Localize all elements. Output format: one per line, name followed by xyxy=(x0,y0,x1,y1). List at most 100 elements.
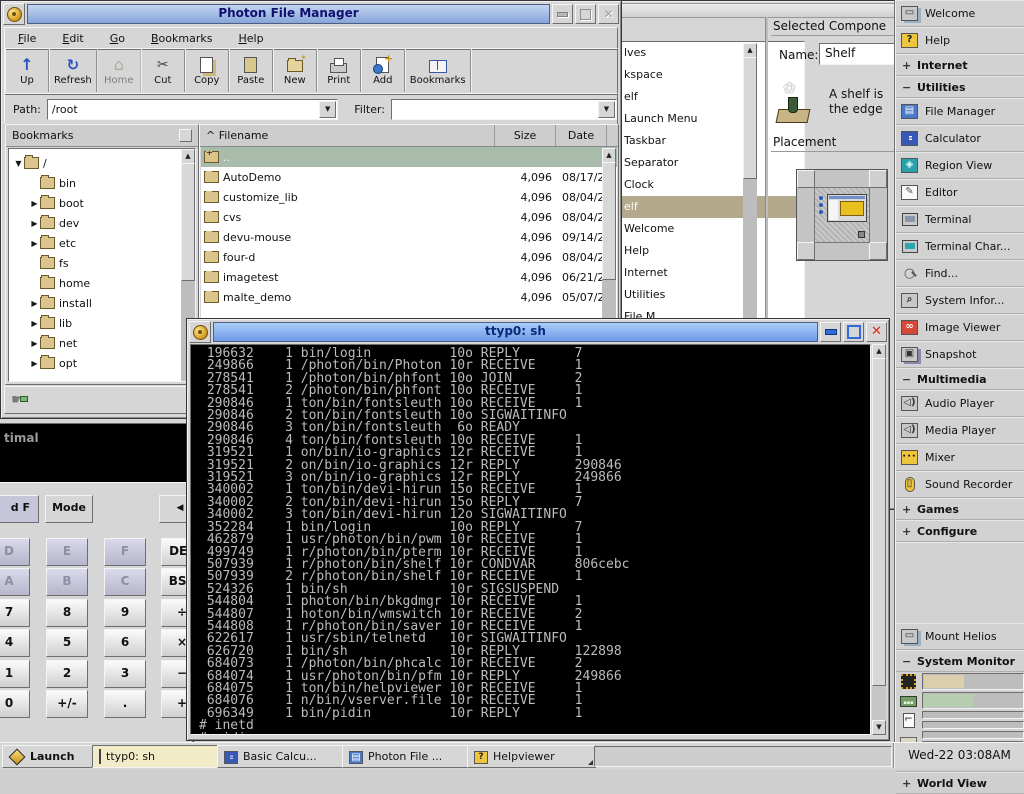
shelf-list-item[interactable]: elf xyxy=(598,196,804,218)
shelf-list-item[interactable]: lves xyxy=(598,42,804,64)
path-dropdown-arrow[interactable]: ▼ xyxy=(319,101,336,118)
terminal-screen[interactable]: 196632 1 bin/login 10o REPLY 7 249866 1 … xyxy=(190,344,871,735)
minimize-button[interactable] xyxy=(552,4,573,24)
tree-item-dev[interactable]: ▶dev xyxy=(9,213,195,233)
tree-expand-arrow[interactable]: ▶ xyxy=(29,319,40,328)
sidebar-item-sound-recorder[interactable]: ▯Sound Recorder xyxy=(896,471,1024,498)
close-button[interactable]: ✕ xyxy=(866,322,887,342)
file-row[interactable]: imagetest4,09606/21/20 xyxy=(201,267,617,287)
tree-item-etc[interactable]: ▶etc xyxy=(9,233,195,253)
file-row[interactable]: customize_lib4,09608/04/20 xyxy=(201,187,617,207)
placement-widget[interactable] xyxy=(796,169,888,261)
expand-icon[interactable]: + xyxy=(902,59,911,72)
maximize-button[interactable] xyxy=(843,322,864,342)
task-button-ttyp0-sh[interactable]: ttyp0: sh xyxy=(92,745,221,768)
collapse-icon[interactable]: − xyxy=(902,373,911,386)
scroll-up-arrow[interactable]: ▲ xyxy=(602,148,616,163)
toolbar-bookmarks-button[interactable]: Bookmarks xyxy=(405,49,471,92)
calc-key-3[interactable]: 3 xyxy=(104,660,146,688)
menu-file[interactable]: File xyxy=(5,30,49,47)
sidebar-item-terminal[interactable]: Terminal xyxy=(896,206,1024,233)
tree-item-opt[interactable]: ▶opt xyxy=(9,353,195,373)
sidebar-group-games[interactable]: +Games xyxy=(896,498,1024,520)
calc-key-C[interactable]: C xyxy=(104,568,146,596)
tree-item-[interactable]: ▼/ xyxy=(9,153,195,173)
scroll-up-arrow[interactable]: ▲ xyxy=(872,344,886,359)
file-row[interactable]: cvs4,09608/04/20 xyxy=(201,207,617,227)
scrollbar-thumb[interactable] xyxy=(872,358,886,686)
tree-item-bin[interactable]: bin xyxy=(9,173,195,193)
sidebar-group-multimedia[interactable]: −Multimedia xyxy=(896,368,1024,390)
placement-corner-br[interactable] xyxy=(869,242,887,260)
calc-key-9[interactable]: 9 xyxy=(104,599,146,627)
sidebar-item-media-player[interactable]: ◁)Media Player xyxy=(896,417,1024,444)
sidebar-group-system-monitor[interactable]: −System Monitor xyxy=(896,650,1024,672)
toolbar-new-button[interactable]: New xyxy=(273,49,317,92)
shelf-list-item[interactable]: Clock xyxy=(598,174,804,196)
calc-key-5[interactable]: 5 xyxy=(46,629,88,657)
menu-bookmarks[interactable]: Bookmarks xyxy=(138,30,225,47)
tree-item-install[interactable]: ▶install xyxy=(9,293,195,313)
scrollbar-thumb[interactable] xyxy=(602,162,616,280)
toolbar-up-button[interactable]: ↑Up xyxy=(5,49,49,92)
sidebar-item-snapshot[interactable]: ▣Snapshot xyxy=(896,341,1024,368)
calc-key-A[interactable]: A xyxy=(0,568,30,596)
column-header-size[interactable]: Size xyxy=(495,125,556,146)
task-button-basic-calcu-[interactable]: ::Basic Calcu... xyxy=(217,745,346,768)
tree-expand-arrow[interactable]: ▼ xyxy=(13,159,24,168)
sidebar-group-world-view[interactable]: +World View xyxy=(896,772,1024,794)
shelf-list-item[interactable]: Help xyxy=(598,240,804,262)
toolbar-copy-button[interactable]: Copy xyxy=(185,49,229,92)
calc-key-[interactable]: +/- xyxy=(46,690,88,718)
filter-combobox[interactable]: ▼ xyxy=(391,99,617,120)
calc-key-0[interactable]: 0 xyxy=(0,690,30,718)
menu-edit[interactable]: Edit xyxy=(49,30,96,47)
sidebar-item-image-viewer[interactable]: ∞Image Viewer xyxy=(896,314,1024,341)
mode-button[interactable]: Mode xyxy=(45,495,93,523)
sidebar-item-file-manager[interactable]: ▤File Manager xyxy=(896,98,1024,125)
task-button-helpviewer[interactable]: ?Helpviewer xyxy=(467,745,596,768)
calc-key-2[interactable]: 2 xyxy=(46,660,88,688)
window-menu-button[interactable] xyxy=(189,321,211,343)
launch-button[interactable]: Launch xyxy=(2,745,94,768)
window-title[interactable]: ttyp0: sh xyxy=(213,322,818,342)
file-row[interactable]: AutoDemo4,09608/17/20 xyxy=(201,167,617,187)
terminal-scrollbar[interactable]: ▲ ▼ xyxy=(872,344,886,735)
minimize-button[interactable] xyxy=(820,322,841,342)
sidebar-item-mount-helios[interactable]: ▭Mount Helios xyxy=(896,623,1024,650)
sidebar-item-calculator[interactable]: :::Calculator xyxy=(896,125,1024,152)
scroll-up-arrow[interactable]: ▲ xyxy=(181,149,195,164)
tree-expand-arrow[interactable]: ▶ xyxy=(29,199,40,208)
placement-corner-tr[interactable] xyxy=(869,170,887,188)
calc-key-B[interactable]: B xyxy=(46,568,88,596)
shelf-list-item[interactable]: Welcome xyxy=(598,218,804,240)
tree-item-net[interactable]: ▶net xyxy=(9,333,195,353)
sidebar-group-configure[interactable]: +Configure xyxy=(896,520,1024,542)
task-button-photon-file-[interactable]: ▤Photon File ... xyxy=(342,745,471,768)
column-header-filename[interactable]: ^ Filename xyxy=(200,125,495,146)
tree-expand-arrow[interactable]: ▶ xyxy=(29,219,40,228)
menu-go[interactable]: Go xyxy=(97,30,138,47)
menu-help[interactable]: Help xyxy=(225,30,276,47)
toolbar-cut-button[interactable]: ✂Cut xyxy=(141,49,185,92)
path-combobox[interactable]: /root ▼ xyxy=(47,99,338,120)
toolbar-print-button[interactable]: Print xyxy=(317,49,361,92)
toolbar-refresh-button[interactable]: ↻Refresh xyxy=(49,49,97,92)
calc-key-D[interactable]: D xyxy=(0,538,30,566)
close-button[interactable]: ✕ xyxy=(598,4,619,24)
calc-key-6[interactable]: 6 xyxy=(104,629,146,657)
maximize-button[interactable] xyxy=(575,4,596,24)
tree-expand-arrow[interactable]: ▶ xyxy=(29,239,40,248)
calc-key-E[interactable]: E xyxy=(46,538,88,566)
sidebar-item-help[interactable]: ?Help xyxy=(896,27,1024,54)
sidebar-item-terminal-char-[interactable]: Terminal Char... xyxy=(896,233,1024,260)
calc-key-1[interactable]: 1 xyxy=(0,660,30,688)
sidebar-item-editor[interactable]: ✎Editor xyxy=(896,179,1024,206)
calc-key-4[interactable]: 4 xyxy=(0,629,30,657)
file-row[interactable]: malte_demo4,09605/07/20 xyxy=(201,287,617,307)
window-menu-button[interactable] xyxy=(3,3,25,25)
toolbar-home-button[interactable]: ⌂Home xyxy=(97,49,141,92)
placement-corner-bl[interactable] xyxy=(797,242,815,260)
file-row[interactable]: four-d4,09608/04/20 xyxy=(201,247,617,267)
tree-item-home[interactable]: home xyxy=(9,273,195,293)
